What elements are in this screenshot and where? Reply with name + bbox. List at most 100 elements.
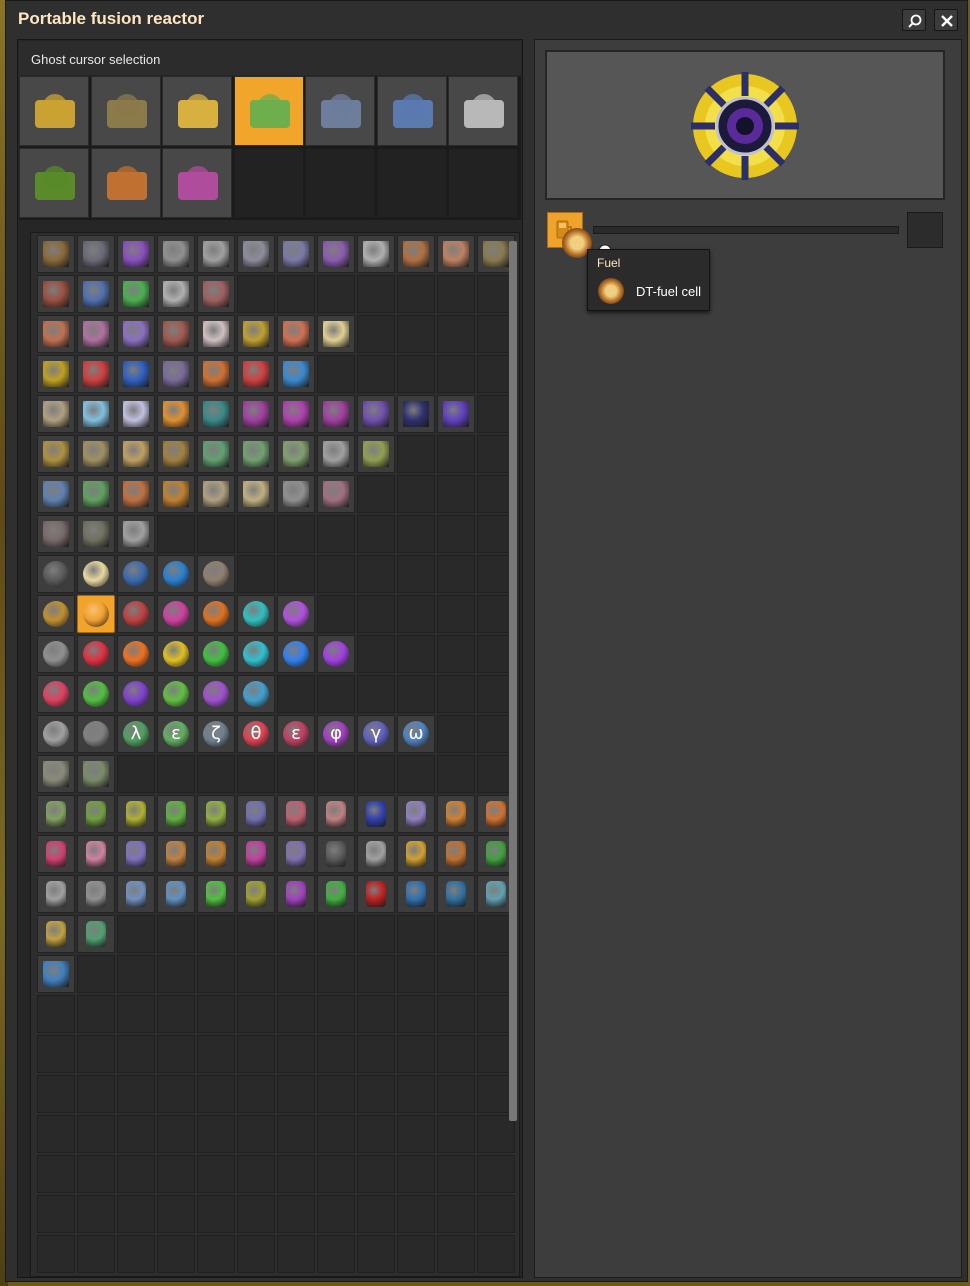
item-slot[interactable] <box>77 435 115 473</box>
item-slot[interactable] <box>157 275 195 313</box>
item-slot[interactable] <box>117 315 155 353</box>
item-slot[interactable] <box>157 475 195 513</box>
item-slot[interactable] <box>37 915 75 953</box>
item-slot[interactable] <box>437 875 475 913</box>
item-slot[interactable] <box>77 275 115 313</box>
item-slot[interactable] <box>197 315 235 353</box>
item-slot[interactable] <box>197 275 235 313</box>
item-slot[interactable] <box>197 555 235 593</box>
item-slot[interactable] <box>37 715 75 753</box>
item-slot[interactable]: φ <box>317 715 355 753</box>
item-slot[interactable] <box>117 595 155 633</box>
item-slot[interactable] <box>117 875 155 913</box>
item-slot[interactable] <box>37 355 75 393</box>
item-slot[interactable] <box>117 635 155 673</box>
item-slot[interactable] <box>317 475 355 513</box>
item-slot[interactable] <box>117 555 155 593</box>
item-slot[interactable] <box>117 395 155 433</box>
item-slot[interactable] <box>357 795 395 833</box>
item-slot[interactable] <box>197 355 235 393</box>
item-slot[interactable] <box>397 835 435 873</box>
item-slot[interactable] <box>277 475 315 513</box>
output-slot[interactable] <box>907 212 943 248</box>
item-slot[interactable] <box>317 315 355 353</box>
item-slot[interactable] <box>157 555 195 593</box>
item-slot[interactable] <box>237 475 275 513</box>
item-slot[interactable] <box>197 835 235 873</box>
item-slot[interactable] <box>117 355 155 393</box>
item-slot[interactable] <box>37 795 75 833</box>
item-slot[interactable] <box>237 355 275 393</box>
item-slot[interactable] <box>237 595 275 633</box>
item-slot[interactable] <box>37 275 75 313</box>
group-tab-combat-group[interactable] <box>448 76 518 146</box>
item-slot[interactable] <box>277 875 315 913</box>
group-tab-logistics-group[interactable] <box>19 76 89 146</box>
item-slot[interactable] <box>77 875 115 913</box>
item-slot[interactable] <box>317 795 355 833</box>
item-slot[interactable] <box>357 875 395 913</box>
item-slot[interactable]: γ <box>357 715 395 753</box>
item-slot[interactable] <box>197 395 235 433</box>
item-slot[interactable] <box>77 355 115 393</box>
item-slot[interactable] <box>157 875 195 913</box>
item-slot[interactable] <box>117 235 155 273</box>
item-slot[interactable] <box>157 235 195 273</box>
item-slot[interactable] <box>37 675 75 713</box>
item-slot[interactable] <box>77 315 115 353</box>
item-slot[interactable] <box>37 235 75 273</box>
item-slot[interactable] <box>37 475 75 513</box>
item-slot[interactable] <box>77 595 115 633</box>
item-slot[interactable] <box>397 395 435 433</box>
item-slot[interactable] <box>157 355 195 393</box>
item-slot[interactable] <box>197 795 235 833</box>
item-slot[interactable] <box>237 875 275 913</box>
item-slot[interactable] <box>77 515 115 553</box>
item-slot[interactable] <box>237 235 275 273</box>
item-slot[interactable] <box>37 555 75 593</box>
item-slot[interactable] <box>197 875 235 913</box>
item-slot[interactable] <box>157 395 195 433</box>
item-slot[interactable] <box>277 355 315 393</box>
item-slot[interactable] <box>77 475 115 513</box>
item-slot[interactable] <box>157 315 195 353</box>
group-tab-science-group[interactable] <box>376 76 447 146</box>
item-slot[interactable] <box>37 955 75 993</box>
item-slot[interactable] <box>77 635 115 673</box>
item-slot[interactable] <box>277 835 315 873</box>
item-slot[interactable] <box>117 835 155 873</box>
item-slot[interactable] <box>317 235 355 273</box>
item-slot[interactable] <box>37 595 75 633</box>
group-tab-circuits-group[interactable] <box>233 76 304 146</box>
item-slot[interactable]: ζ <box>197 715 235 753</box>
group-tab-unsorted-group[interactable] <box>90 148 161 218</box>
titlebar[interactable]: Portable fusion reactor <box>6 1 967 37</box>
close-button[interactable] <box>934 9 958 31</box>
item-slot[interactable] <box>37 515 75 553</box>
group-tab-spaceship-group[interactable] <box>305 76 375 146</box>
item-slot[interactable] <box>157 835 195 873</box>
item-slot[interactable]: ε <box>277 715 315 753</box>
item-slot[interactable]: λ <box>117 715 155 753</box>
item-slot[interactable] <box>317 835 355 873</box>
item-slot[interactable] <box>197 475 235 513</box>
item-slot[interactable] <box>77 835 115 873</box>
item-slot[interactable]: ε <box>157 715 195 753</box>
item-slot[interactable] <box>157 435 195 473</box>
item-slot[interactable] <box>357 395 395 433</box>
item-slot[interactable] <box>277 795 315 833</box>
item-slot[interactable] <box>117 675 155 713</box>
item-slot[interactable] <box>37 435 75 473</box>
item-slot[interactable] <box>397 875 435 913</box>
item-slot[interactable] <box>157 595 195 633</box>
group-tab-production-group[interactable] <box>90 76 161 146</box>
item-slot[interactable] <box>277 395 315 433</box>
item-slot[interactable] <box>197 675 235 713</box>
item-slot[interactable] <box>397 795 435 833</box>
item-slot[interactable] <box>197 595 235 633</box>
item-slot[interactable] <box>357 435 395 473</box>
item-slot[interactable] <box>237 315 275 353</box>
item-slot[interactable] <box>237 435 275 473</box>
item-slot[interactable] <box>77 675 115 713</box>
item-slot[interactable] <box>37 635 75 673</box>
